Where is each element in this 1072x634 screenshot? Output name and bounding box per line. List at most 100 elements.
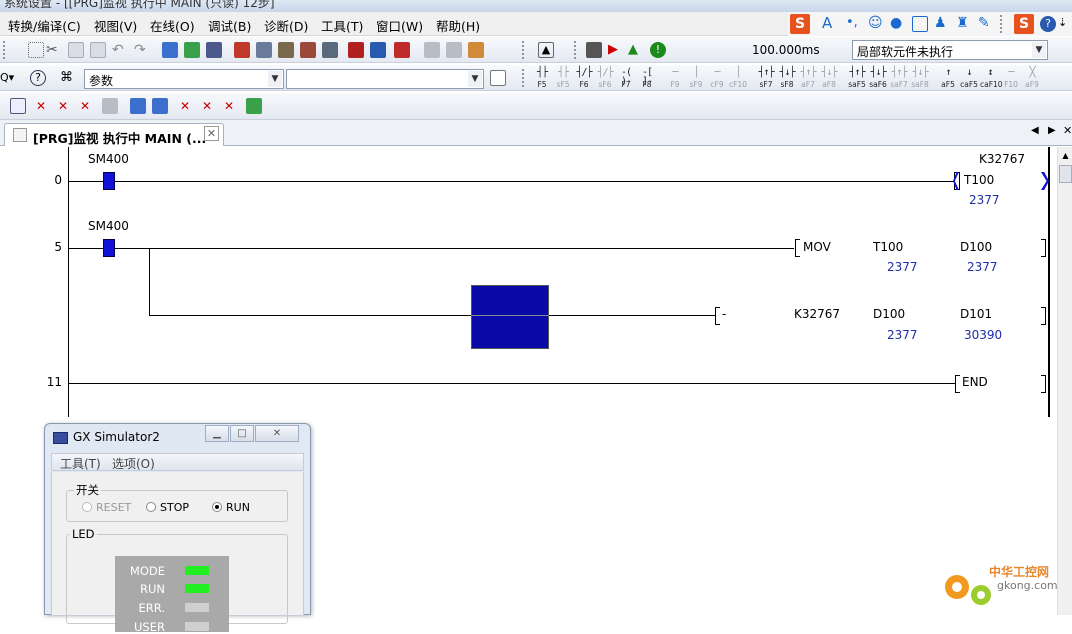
- monitor-stop-icon[interactable]: [370, 42, 386, 58]
- force-list-icon[interactable]: [246, 98, 262, 114]
- online-write-icon[interactable]: [424, 42, 440, 58]
- copy-icon[interactable]: [68, 42, 84, 58]
- close-icon[interactable]: ✕: [204, 126, 219, 141]
- simulation-icon[interactable]: [468, 42, 484, 58]
- menu-item[interactable]: 诊断(D): [264, 16, 308, 35]
- function-key-saf8[interactable]: ┤↓├saF8: [910, 68, 930, 90]
- tab-main-program[interactable]: [PRG]监视 执行中 MAIN (... ✕: [4, 123, 224, 146]
- simulator-menu-options[interactable]: 选项(O): [112, 455, 155, 472]
- run-icon[interactable]: ▶: [608, 42, 624, 58]
- local-device-status-select[interactable]: 局部软元件未执行 ▼: [852, 40, 1048, 60]
- contact-on[interactable]: [103, 239, 115, 257]
- force-toggle-icon[interactable]: ✕: [224, 98, 240, 114]
- tab-scroll-right-icon[interactable]: ▶: [1048, 125, 1056, 136]
- ime-logo-icon[interactable]: S: [1014, 14, 1034, 34]
- vertical-scrollbar[interactable]: ▲: [1057, 147, 1072, 615]
- register-device-icon[interactable]: [130, 98, 146, 114]
- function-key-cf10[interactable]: │cF10: [728, 68, 748, 90]
- function-key-caf10[interactable]: ↕caF10: [980, 68, 1000, 90]
- insert-line-icon[interactable]: [102, 98, 118, 114]
- chevron-down-icon[interactable]: ⇣: [1058, 15, 1072, 31]
- function-key-saf7[interactable]: ┤↑├saF7: [889, 68, 909, 90]
- chevron-down-icon[interactable]: ▼: [1032, 42, 1046, 58]
- monitor-start-icon[interactable]: [348, 42, 364, 58]
- ime-settings-icon[interactable]: ✎: [978, 15, 994, 31]
- chevron-down-icon[interactable]: ▼: [468, 71, 482, 87]
- function-key-af7[interactable]: ┤↑├aF7: [798, 68, 818, 90]
- ime-english-icon[interactable]: A: [822, 15, 838, 31]
- read-plc-icon[interactable]: [256, 42, 272, 58]
- delete-line-icon[interactable]: ✕: [80, 98, 96, 114]
- list-icon[interactable]: [10, 98, 26, 114]
- contact-on[interactable]: [103, 172, 115, 190]
- instruction-name[interactable]: -: [722, 307, 726, 321]
- coil-device[interactable]: T100: [964, 173, 994, 187]
- toolbar-grip-icon[interactable]: [28, 42, 44, 58]
- chevron-down-icon[interactable]: ▼: [268, 71, 282, 87]
- radio-stop[interactable]: [146, 502, 156, 512]
- document-icon[interactable]: [490, 70, 506, 86]
- binoculars-icon[interactable]: ⌘: [60, 70, 76, 86]
- function-key-saf5[interactable]: ┤↑├saF5: [847, 68, 867, 90]
- redo-icon[interactable]: ↷: [134, 42, 150, 58]
- ime-punct-icon[interactable]: •,: [846, 15, 862, 31]
- ime-keyboard-icon[interactable]: [912, 16, 928, 32]
- tab-scroll-left-icon[interactable]: ◀: [1031, 125, 1039, 136]
- force-on-icon[interactable]: ✕: [180, 98, 196, 114]
- function-key-sf7[interactable]: ┤↑├sF7: [756, 68, 776, 90]
- menu-item[interactable]: 调试(B): [208, 16, 251, 35]
- function-key-caf5[interactable]: ↓caF5: [959, 68, 979, 90]
- device-icon[interactable]: [162, 42, 178, 58]
- function-key-f7[interactable]: -( )-F7: [616, 68, 636, 90]
- write-plc-icon[interactable]: [234, 42, 250, 58]
- function-key-f5[interactable]: ┤├F5: [532, 68, 552, 90]
- menu-item[interactable]: 视图(V): [94, 16, 137, 35]
- ime-voice-icon[interactable]: ●: [890, 15, 906, 31]
- menu-item[interactable]: 转换/编译(C): [8, 16, 81, 35]
- zoom-icon[interactable]: Q▾: [0, 71, 16, 87]
- toolbar-grip[interactable]: [574, 41, 578, 59]
- monitor-mode-icon[interactable]: [586, 42, 602, 58]
- function-key-af9[interactable]: ╳aF9: [1022, 68, 1042, 90]
- menu-item[interactable]: 帮助(H): [436, 16, 480, 35]
- monitor-all-icon[interactable]: [394, 42, 410, 58]
- scroll-up-icon[interactable]: ▲: [1060, 151, 1071, 162]
- menu-item[interactable]: 在线(O): [150, 16, 195, 35]
- delete-coil-icon[interactable]: ✕: [58, 98, 74, 114]
- replace-icon[interactable]: [322, 42, 338, 58]
- scrollbar-thumb[interactable]: [1059, 165, 1072, 183]
- ladder-edit-icon[interactable]: ▲: [538, 42, 554, 58]
- maximize-button[interactable]: □: [230, 425, 254, 442]
- function-key-f10[interactable]: ─F10: [1001, 68, 1021, 90]
- delete-contact-icon[interactable]: ✕: [36, 98, 52, 114]
- function-key-f6[interactable]: ┤/├F6: [574, 68, 594, 90]
- device-batch-icon[interactable]: [152, 98, 168, 114]
- info-icon[interactable]: !: [650, 42, 666, 58]
- device-batch-icon[interactable]: [184, 42, 200, 58]
- function-key-f9[interactable]: ─F9: [665, 68, 685, 90]
- function-key-saf6[interactable]: ┤↓├saF6: [868, 68, 888, 90]
- toolbar-grip[interactable]: [522, 69, 526, 87]
- instruction-name[interactable]: MOV: [803, 240, 831, 254]
- help-icon[interactable]: ?: [1040, 16, 1056, 32]
- verify-icon[interactable]: [278, 42, 294, 58]
- function-key-sf8[interactable]: ┤↓├sF8: [777, 68, 797, 90]
- function-key-f8[interactable]: -[ ]-F8: [637, 68, 657, 90]
- toolbar-grip[interactable]: [1000, 15, 1004, 33]
- warning-icon[interactable]: ▲: [628, 42, 644, 58]
- ime-user-icon[interactable]: ♟: [934, 15, 950, 31]
- ime-emoji-icon[interactable]: ☺: [868, 15, 884, 31]
- secondary-select[interactable]: ▼: [286, 69, 484, 89]
- cut-icon[interactable]: ✂: [46, 42, 62, 58]
- ime-skin-icon[interactable]: ♜: [956, 15, 972, 31]
- function-key-sf6[interactable]: ┤/├sF6: [595, 68, 615, 90]
- minimize-button[interactable]: ▁: [205, 425, 229, 442]
- function-key-cf9[interactable]: ─cF9: [707, 68, 727, 90]
- find-icon[interactable]: [300, 42, 316, 58]
- project-search-select[interactable]: 参数 ▼: [84, 69, 284, 89]
- toolbar-grip[interactable]: [3, 41, 7, 59]
- force-off-icon[interactable]: ✕: [202, 98, 218, 114]
- end-instruction[interactable]: END: [962, 375, 988, 389]
- function-key-sf9[interactable]: │sF9: [686, 68, 706, 90]
- menu-item[interactable]: 工具(T): [321, 16, 363, 35]
